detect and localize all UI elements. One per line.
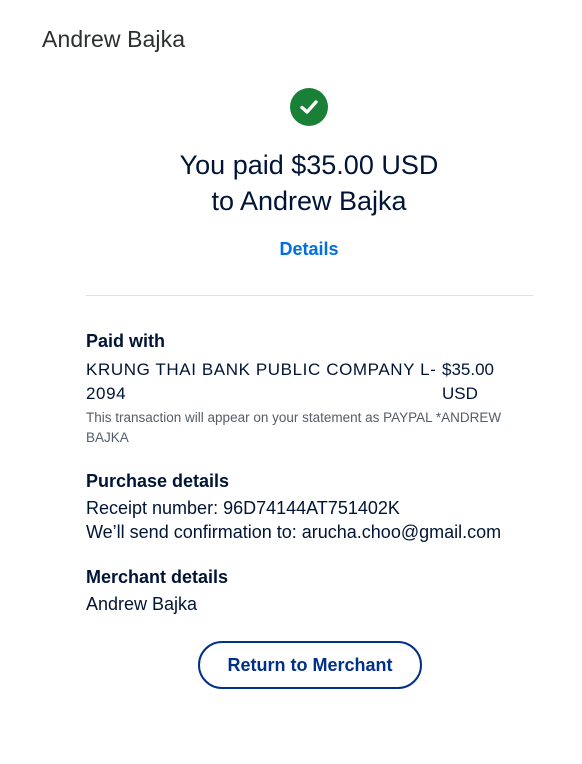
bank-name-line: KRUNG THAI BANK PUBLIC COMPANY L- — [86, 360, 437, 379]
purchase-details-title: Purchase details — [86, 471, 230, 491]
paid-amount: $35.00 USD — [442, 358, 512, 406]
payment-recipient-line: to Andrew Bajka — [211, 186, 407, 216]
merchant-name-header: Andrew Bajka — [42, 26, 186, 52]
checkmark-icon — [300, 100, 318, 114]
merchant-name: Andrew Bajka — [86, 594, 198, 614]
confirmation-email: We’ll send confirmation to: arucha.choo@… — [86, 522, 502, 542]
paid-amount-currency: USD — [442, 384, 478, 403]
statement-descriptor-note: This transaction will appear on your sta… — [86, 410, 502, 445]
return-to-merchant-button[interactable]: Return to Merchant — [198, 641, 422, 689]
receipt-number: Receipt number: 96D74144AT751402K — [86, 498, 400, 518]
check-circle-icon — [290, 88, 328, 126]
paid-amount-value: $35.00 — [442, 360, 494, 379]
divider — [86, 295, 533, 296]
merchant-details-title: Merchant details — [86, 567, 229, 587]
details-link[interactable]: Details — [0, 239, 582, 260]
paid-with-title: Paid with — [86, 331, 166, 351]
bank-account-suffix: 2094 — [86, 384, 127, 403]
payment-confirmation-heading: You paid $35.00 USD to Andrew Bajka — [0, 147, 582, 219]
payment-amount-line: You paid $35.00 USD — [179, 150, 439, 180]
funding-source-name: KRUNG THAI BANK PUBLIC COMPANY L- 2094 — [86, 358, 438, 406]
